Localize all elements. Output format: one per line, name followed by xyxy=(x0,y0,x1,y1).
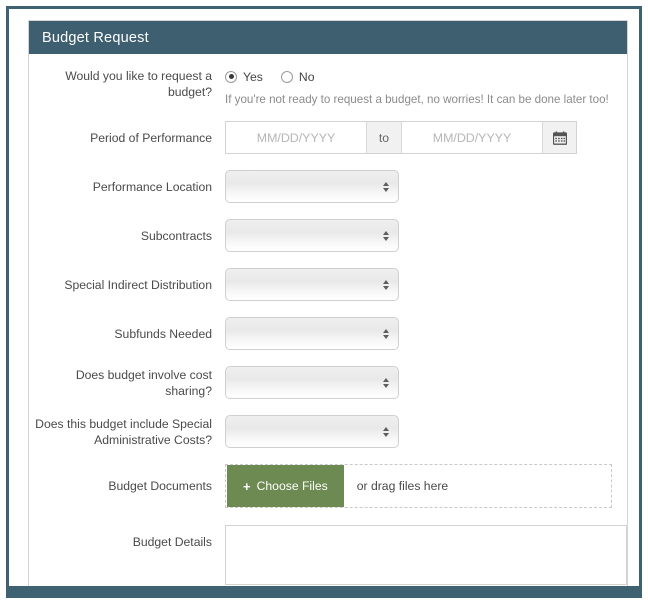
select-special-indirect-distribution[interactable] xyxy=(225,268,399,301)
form-row-cost-sharing: Does budget involve cost sharing? xyxy=(29,366,627,399)
control-period-of-performance: to xyxy=(225,121,627,154)
select-cost-sharing[interactable] xyxy=(225,366,399,399)
select-subfunds-needed[interactable] xyxy=(225,317,399,350)
radio-yes-label: Yes xyxy=(243,69,263,84)
radio-no-indicator xyxy=(280,70,293,83)
form-row-special-indirect-distribution: Special Indirect Distribution xyxy=(29,268,627,301)
control-performance-location xyxy=(225,170,627,203)
form-row-special-admin-costs: Does this budget include Special Adminis… xyxy=(29,415,627,448)
radio-option-no[interactable]: No xyxy=(280,69,315,84)
date-range-separator: to xyxy=(366,122,402,153)
form-row-performance-location: Performance Location xyxy=(29,170,627,203)
form-row-budget-documents: Budget Documents + Choose Files or drag … xyxy=(29,464,627,508)
control-budget-documents: + Choose Files or drag files here xyxy=(225,464,627,508)
control-cost-sharing xyxy=(225,366,627,399)
chevron-updown-icon xyxy=(383,181,389,192)
radio-no-label: No xyxy=(298,69,315,84)
radio-yes-indicator xyxy=(225,70,237,83)
select-subcontracts[interactable] xyxy=(225,219,399,252)
label-cost-sharing: Does budget involve cost sharing? xyxy=(75,367,212,398)
label-performance-location: Performance Location xyxy=(92,179,212,194)
start-date-input[interactable] xyxy=(226,122,366,153)
window-footer-bar xyxy=(9,586,639,595)
panel-body: Would you like to request a budget? Yes … xyxy=(29,54,627,590)
label-period-of-performance: Period of Performance xyxy=(90,130,212,145)
select-special-admin-costs[interactable] xyxy=(225,415,399,448)
form-row-period-of-performance: Period of Performance to xyxy=(29,121,627,154)
label-subcontracts: Subcontracts xyxy=(140,228,212,243)
date-range-group: to xyxy=(225,121,577,154)
chevron-updown-icon xyxy=(383,230,389,241)
plus-icon: + xyxy=(243,478,251,494)
control-subcontracts xyxy=(225,219,627,252)
choose-files-label: Choose Files xyxy=(256,479,328,493)
label-budget-request: Would you like to request a budget? xyxy=(65,69,212,99)
calendar-icon[interactable] xyxy=(542,122,576,153)
form-row-budget-details: Budget Details xyxy=(29,525,627,590)
control-special-admin-costs xyxy=(225,415,627,448)
chevron-updown-icon xyxy=(383,279,389,290)
form-row-subfunds-needed: Subfunds Needed xyxy=(29,317,627,350)
choose-files-button[interactable]: + Choose Files xyxy=(227,465,344,507)
label-subfunds-needed: Subfunds Needed xyxy=(114,326,212,341)
label-budget-documents: Budget Documents xyxy=(108,479,212,493)
control-budget-request: Yes No If you're not ready to request a … xyxy=(225,68,627,107)
help-text-budget-request: If you're not ready to request a budget,… xyxy=(225,93,609,106)
page-title: Budget Request xyxy=(42,29,149,46)
label-special-indirect-distribution: Special Indirect Distribution xyxy=(64,277,212,292)
control-subfunds-needed xyxy=(225,317,627,350)
control-special-indirect-distribution xyxy=(225,268,627,301)
form-row-subcontracts: Subcontracts xyxy=(29,219,627,252)
budget-details-textarea[interactable] xyxy=(225,525,627,585)
radio-option-yes[interactable]: Yes xyxy=(225,70,263,84)
window-content: Budget Request Would you like to request… xyxy=(9,9,639,595)
control-budget-details xyxy=(225,525,627,590)
select-performance-location[interactable] xyxy=(225,170,399,203)
chevron-updown-icon xyxy=(383,377,389,388)
file-dropzone[interactable]: + Choose Files or drag files here xyxy=(225,464,612,508)
chevron-updown-icon xyxy=(383,426,389,437)
drag-files-hint: or drag files here xyxy=(356,479,449,493)
budget-request-panel: Budget Request Would you like to request… xyxy=(28,20,628,595)
application-window: Budget Request Would you like to request… xyxy=(6,6,642,598)
panel-header: Budget Request xyxy=(29,21,627,54)
form-row-budget-request: Would you like to request a budget? Yes … xyxy=(29,68,627,107)
chevron-updown-icon xyxy=(383,328,389,339)
label-special-admin-costs: Does this budget include Special Adminis… xyxy=(35,416,212,447)
radio-group-budget-request: Yes No xyxy=(225,68,613,85)
end-date-input[interactable] xyxy=(402,122,542,153)
label-budget-details: Budget Details xyxy=(132,535,212,549)
